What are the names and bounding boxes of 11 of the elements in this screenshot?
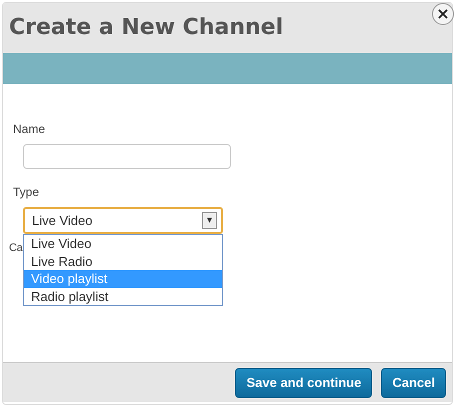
field-label: Type (13, 184, 40, 201)
dropdown-option[interactable]: Live Video (24, 235, 222, 252)
field-label: Ca (9, 241, 22, 256)
dropdown-option[interactable]: Radio playlist (24, 288, 222, 305)
type-select[interactable]: Live Video ▾ (23, 207, 223, 234)
cancel-button[interactable]: Cancel (381, 368, 446, 398)
name-field[interactable] (23, 144, 231, 169)
dropdown-option[interactable]: Live Radio (24, 252, 222, 270)
dialog-title: Create a New Channel (9, 14, 284, 42)
field-label: Name (13, 121, 46, 138)
save-button[interactable]: Save and continue (235, 368, 372, 398)
